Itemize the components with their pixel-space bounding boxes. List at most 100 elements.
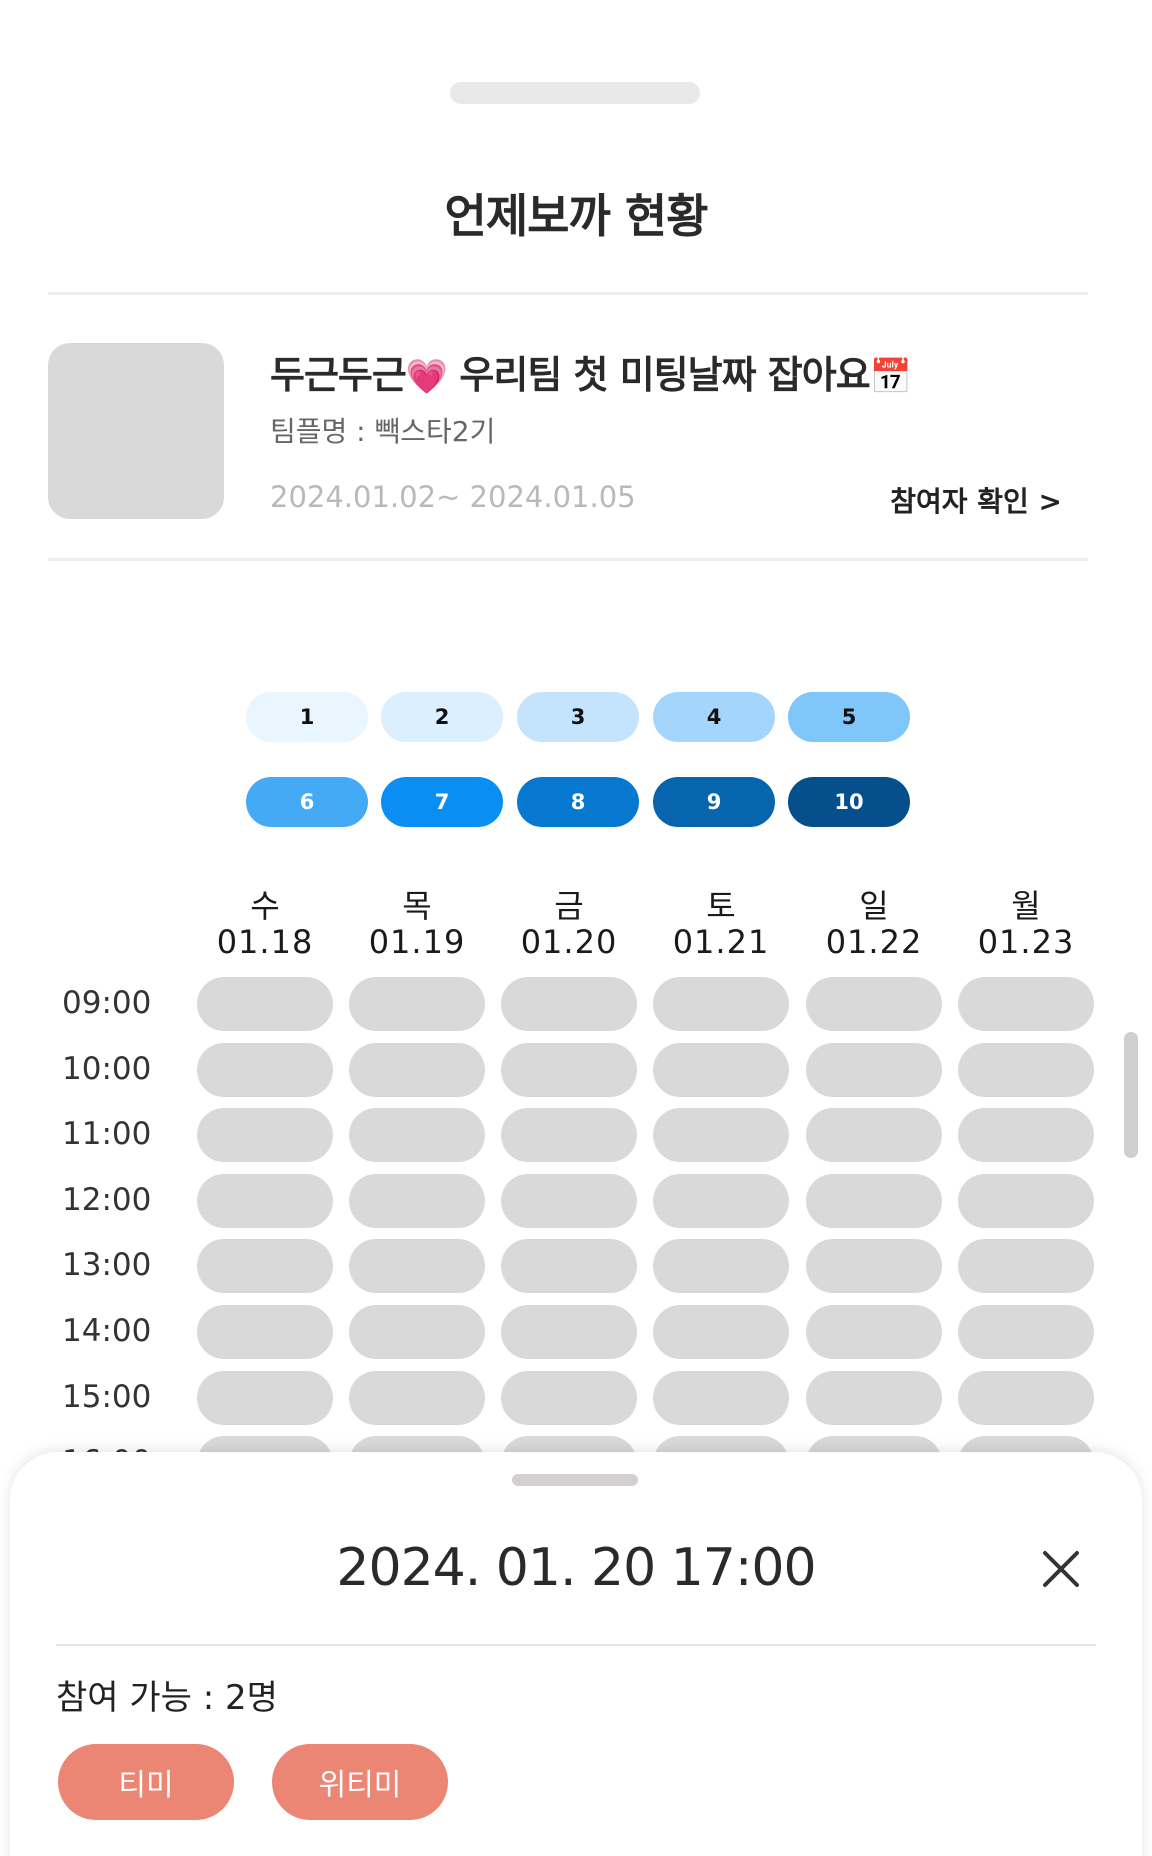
available-count: 참여 가능 : 2명 [56, 1678, 278, 1718]
time-slot[interactable] [501, 977, 637, 1031]
time-slot[interactable] [958, 1305, 1094, 1359]
time-slot[interactable] [197, 977, 333, 1031]
time-slot[interactable] [349, 1239, 485, 1294]
time-slot[interactable] [958, 977, 1094, 1031]
time-slot[interactable] [197, 1305, 333, 1359]
time-slot[interactable] [806, 1042, 942, 1097]
event-title-rest: 우리팀 첫 미팅날짜 잡아요 [447, 353, 870, 397]
slot-detail-sheet: 2024. 01. 20 17:00 참여 가능 : 2명 티미 위티미 [10, 1452, 1142, 1856]
day-of-week: 토 [706, 887, 736, 925]
time-slot[interactable] [501, 1042, 637, 1097]
time-slot[interactable] [501, 1108, 637, 1163]
time-slot[interactable] [653, 977, 789, 1031]
time-slot[interactable] [806, 1370, 942, 1425]
day-of-week: 금 [554, 887, 584, 925]
drag-handle[interactable] [450, 82, 700, 104]
time-slot[interactable] [958, 1108, 1094, 1163]
time-slot[interactable] [501, 1239, 637, 1294]
event-title: 두근두근💗 우리팀 첫 미팅날짜 잡아요📅 [270, 344, 912, 399]
time-slot[interactable] [653, 1108, 789, 1163]
member-chip[interactable]: 티미 [58, 1744, 234, 1820]
close-icon [1043, 1551, 1079, 1587]
time-slot[interactable] [653, 1370, 789, 1425]
day-header: 목 01.19 [347, 888, 487, 960]
time-label: 15:00 [62, 1378, 152, 1415]
time-slot[interactable] [349, 1108, 485, 1163]
day-date: 01.23 [977, 923, 1075, 961]
legend-chip: 5 [788, 692, 910, 742]
time-slot[interactable] [653, 1239, 789, 1294]
divider [48, 292, 1088, 295]
time-slot[interactable] [197, 1173, 333, 1228]
day-of-week: 수 [250, 887, 280, 925]
time-slot[interactable] [197, 1370, 333, 1425]
day-header: 토 01.21 [651, 888, 791, 960]
time-slot[interactable] [349, 1370, 485, 1425]
day-date: 01.18 [216, 923, 314, 961]
time-slot[interactable] [349, 1305, 485, 1359]
time-label: 09:00 [62, 985, 152, 1021]
time-label: 10:00 [62, 1050, 152, 1087]
legend-chip: 7 [381, 777, 503, 827]
time-slot[interactable] [806, 1305, 942, 1359]
time-slot[interactable] [806, 1108, 942, 1163]
time-slot[interactable] [958, 1042, 1094, 1097]
time-slot[interactable] [806, 1173, 942, 1228]
time-slot[interactable] [501, 1173, 637, 1228]
time-label: 11:00 [62, 1116, 152, 1153]
day-header: 금 01.20 [499, 888, 639, 960]
time-slot[interactable] [349, 1042, 485, 1097]
time-slot[interactable] [958, 1239, 1094, 1294]
legend-chip: 9 [653, 777, 775, 827]
team-name: 팀플명 : 빽스타2기 [270, 415, 496, 448]
day-header: 수 01.18 [195, 888, 335, 960]
time-slot[interactable] [349, 1173, 485, 1228]
event-title-text: 두근두근 [270, 353, 407, 397]
time-label: 13:00 [62, 1247, 152, 1284]
day-date: 01.22 [825, 923, 923, 961]
day-date: 01.20 [520, 923, 618, 961]
day-date: 01.19 [368, 923, 466, 961]
time-label: 14:00 [62, 1313, 152, 1349]
sheet-drag-handle[interactable] [512, 1474, 638, 1486]
close-button[interactable] [1038, 1546, 1084, 1592]
heart-icon: 💗 [405, 357, 448, 397]
time-slot[interactable] [806, 1239, 942, 1294]
member-chip[interactable]: 위티미 [272, 1744, 448, 1820]
page-title: 언제보까 현황 [444, 189, 709, 243]
legend-chip: 3 [517, 692, 639, 742]
legend-chip: 8 [517, 777, 639, 827]
time-slot[interactable] [197, 1239, 333, 1294]
day-header: 일 01.22 [804, 888, 944, 960]
time-slot[interactable] [958, 1370, 1094, 1425]
legend-chip: 10 [788, 777, 910, 827]
legend-chip: 1 [246, 692, 368, 742]
time-slot[interactable] [653, 1305, 789, 1359]
scrollbar[interactable] [1124, 1032, 1138, 1158]
legend-chip: 2 [381, 692, 503, 742]
time-label: 12:00 [62, 1181, 152, 1218]
time-slot[interactable] [958, 1173, 1094, 1228]
time-slot[interactable] [197, 1042, 333, 1097]
schedule-status-page: 언제보까 현황 두근두근💗 우리팀 첫 미팅날짜 잡아요📅 팀플명 : 빽스타2… [0, 0, 1152, 1856]
time-slot[interactable] [653, 1173, 789, 1228]
calendar-icon: 📅 [869, 357, 912, 397]
selected-slot-title: 2024. 01. 20 17:00 [336, 1538, 816, 1598]
legend-chip: 4 [653, 692, 775, 742]
day-of-week: 목 [402, 887, 432, 925]
divider [48, 558, 1088, 561]
time-slot[interactable] [501, 1370, 637, 1425]
day-of-week: 일 [859, 887, 889, 925]
time-slot[interactable] [653, 1042, 789, 1097]
time-slot[interactable] [501, 1305, 637, 1359]
day-date: 01.21 [672, 923, 770, 961]
sheet-divider [56, 1644, 1096, 1646]
day-of-week: 월 [1011, 887, 1041, 925]
time-slot[interactable] [349, 977, 485, 1031]
legend-chip: 6 [246, 777, 368, 827]
event-thumbnail [48, 343, 224, 519]
day-header: 월 01.23 [956, 888, 1096, 960]
participants-link[interactable]: 참여자 확인 > [890, 480, 1062, 520]
time-slot[interactable] [197, 1108, 333, 1163]
time-slot[interactable] [806, 977, 942, 1031]
